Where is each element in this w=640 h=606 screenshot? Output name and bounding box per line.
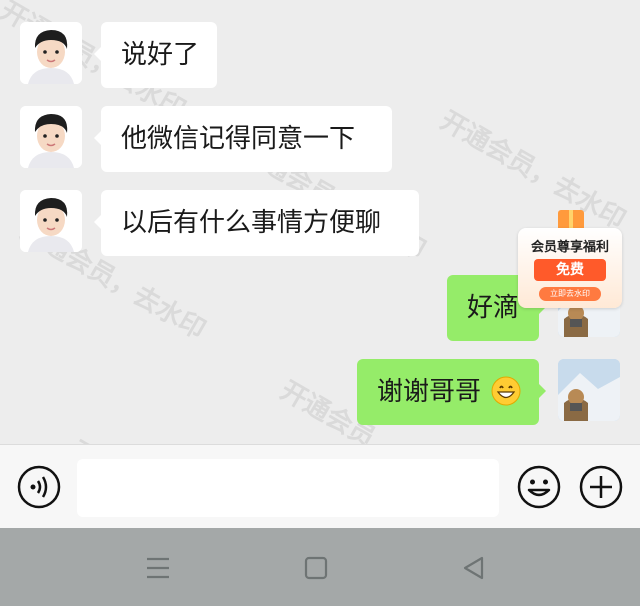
fox-avatar-icon — [558, 359, 620, 421]
boy-avatar-icon — [20, 22, 82, 84]
home-square-icon[interactable] — [298, 550, 334, 586]
message-text: 以后有什么事情方便聊 — [121, 208, 382, 238]
promo-title: 会员尊享福利 — [530, 240, 609, 255]
chat-area: 开通会员，去水印 开通会员，去水印 开通会员，去水印 开通会员，去水印 开通会员… — [0, 0, 640, 444]
message-bubble-incoming[interactable]: 说好了 — [94, 22, 217, 88]
menu-icon[interactable] — [140, 550, 176, 586]
message-text: 好滴 — [467, 293, 520, 323]
message-input[interactable] — [77, 459, 499, 517]
vip-promo-popup[interactable]: 会员尊享福利 免费 立即去水印 — [518, 210, 622, 308]
promo-card: 会员尊享福利 免费 立即去水印 — [518, 228, 622, 308]
emoji-icon[interactable] — [516, 464, 562, 510]
message-text: 谢谢哥哥 — [377, 377, 482, 407]
boy-avatar-icon — [20, 106, 82, 168]
contact-avatar[interactable] — [20, 190, 82, 252]
system-nav-bar — [0, 528, 640, 606]
watermark: 开通会员，去水印 — [65, 430, 264, 444]
message-bubble-incoming[interactable]: 他微信记得同意一下 — [94, 106, 392, 172]
grinning-face-emoji-icon — [491, 376, 521, 406]
back-triangle-icon[interactable] — [456, 550, 492, 586]
contact-avatar[interactable] — [20, 22, 82, 84]
remove-watermark-button[interactable]: 立即去水印 — [539, 287, 601, 301]
message-text: 他微信记得同意一下 — [121, 124, 356, 154]
input-bar — [0, 444, 640, 528]
voice-input-icon[interactable] — [16, 464, 62, 510]
message-bubble-incoming[interactable]: 以后有什么事情方便聊 — [94, 190, 419, 256]
message-bubble-outgoing[interactable]: 谢谢哥哥 — [357, 359, 546, 425]
contact-avatar[interactable] — [20, 106, 82, 168]
message-text: 说好了 — [121, 40, 200, 70]
boy-avatar-icon — [20, 190, 82, 252]
plus-icon[interactable] — [578, 464, 624, 510]
self-avatar[interactable] — [558, 359, 620, 421]
promo-free-badge[interactable]: 免费 — [534, 259, 606, 281]
